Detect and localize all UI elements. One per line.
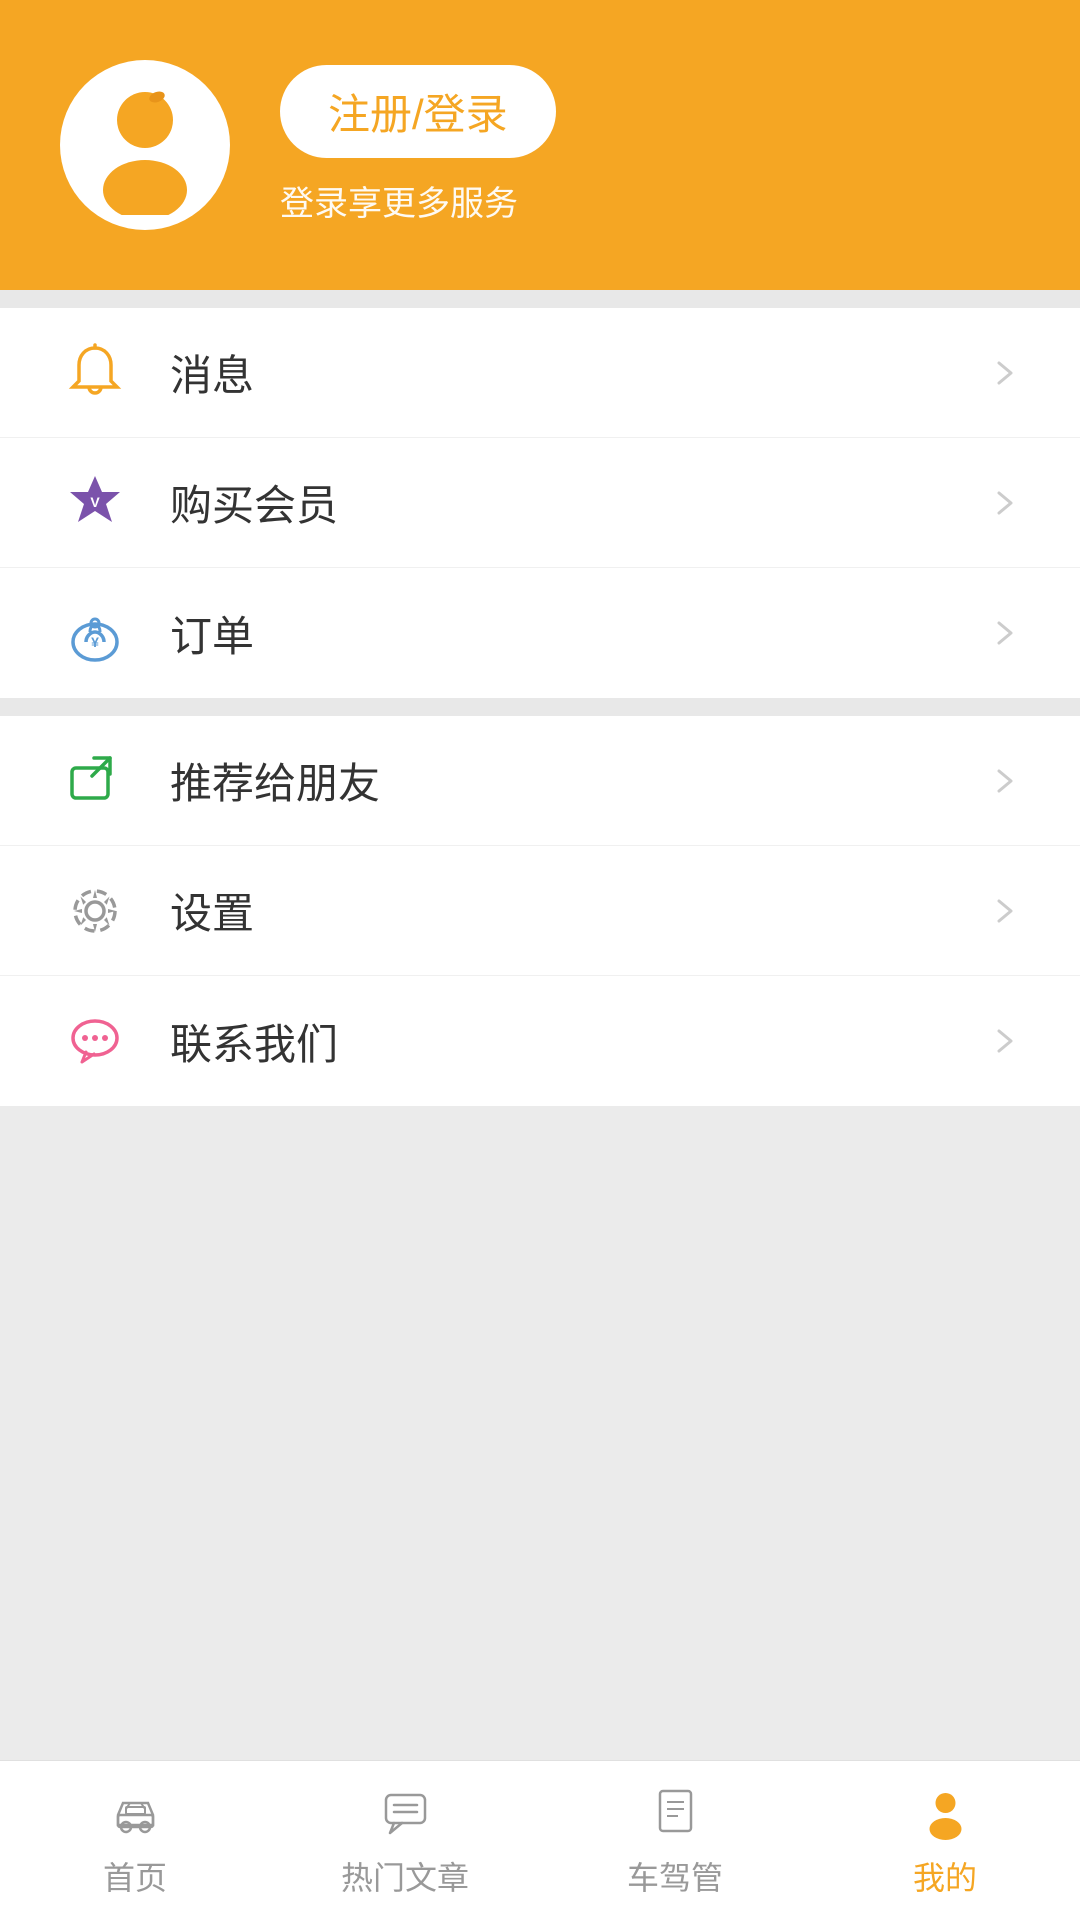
- menu-item-orders[interactable]: ¥ 订单: [0, 568, 1080, 698]
- menu-item-messages[interactable]: 消息: [0, 308, 1080, 438]
- header-info: 注册/登录 登录享更多服务: [280, 65, 556, 225]
- bottom-nav: 首页 热门文章 车驾管: [0, 1760, 1080, 1920]
- membership-chevron: [990, 488, 1020, 518]
- svg-text:V: V: [90, 494, 100, 510]
- contact-label: 联系我们: [170, 1011, 990, 1072]
- vip-icon: V: [60, 468, 130, 538]
- messages-chevron: [990, 358, 1020, 388]
- menu-section-1: 消息 V 购买会员: [0, 308, 1080, 698]
- menu-section-2: 推荐给朋友 设置: [0, 716, 1080, 1106]
- driving-nav-label: 车驾管: [627, 1853, 723, 1899]
- membership-label: 购买会员: [170, 472, 990, 533]
- settings-chevron: [990, 896, 1020, 926]
- register-login-button[interactable]: 注册/登录: [280, 65, 556, 158]
- orders-label: 订单: [170, 603, 990, 664]
- car-icon: [105, 1783, 165, 1843]
- messages-label: 消息: [170, 342, 990, 403]
- doc-icon: [645, 1783, 705, 1843]
- svg-text:¥: ¥: [91, 634, 99, 650]
- menu-item-membership[interactable]: V 购买会员: [0, 438, 1080, 568]
- nav-item-articles[interactable]: 热门文章: [270, 1761, 540, 1920]
- articles-nav-label: 热门文章: [341, 1853, 469, 1899]
- nav-item-mine[interactable]: 我的: [810, 1761, 1080, 1920]
- section-divider-top: [0, 290, 1080, 308]
- bag-icon: ¥: [60, 598, 130, 668]
- home-nav-label: 首页: [103, 1853, 167, 1899]
- gear-icon: [60, 876, 130, 946]
- contact-chevron: [990, 1026, 1020, 1056]
- avatar: [60, 60, 230, 230]
- share-icon: [60, 746, 130, 816]
- section-divider-middle: [0, 698, 1080, 716]
- settings-label: 设置: [170, 880, 990, 941]
- grey-filler: [0, 1106, 1080, 1760]
- bell-icon: [60, 338, 130, 408]
- person-nav-icon: [915, 1783, 975, 1843]
- menu-item-settings[interactable]: 设置: [0, 846, 1080, 976]
- login-subtitle: 登录享更多服务: [280, 176, 556, 225]
- mine-nav-label: 我的: [913, 1853, 977, 1899]
- comment-nav-icon: [375, 1783, 435, 1843]
- chat-icon: [60, 1006, 130, 1076]
- nav-item-driving[interactable]: 车驾管: [540, 1761, 810, 1920]
- recommend-chevron: [990, 766, 1020, 796]
- header: 注册/登录 登录享更多服务: [0, 0, 1080, 290]
- nav-item-home[interactable]: 首页: [0, 1761, 270, 1920]
- orders-chevron: [990, 618, 1020, 648]
- menu-item-recommend[interactable]: 推荐给朋友: [0, 716, 1080, 846]
- recommend-label: 推荐给朋友: [170, 750, 990, 811]
- menu-item-contact[interactable]: 联系我们: [0, 976, 1080, 1106]
